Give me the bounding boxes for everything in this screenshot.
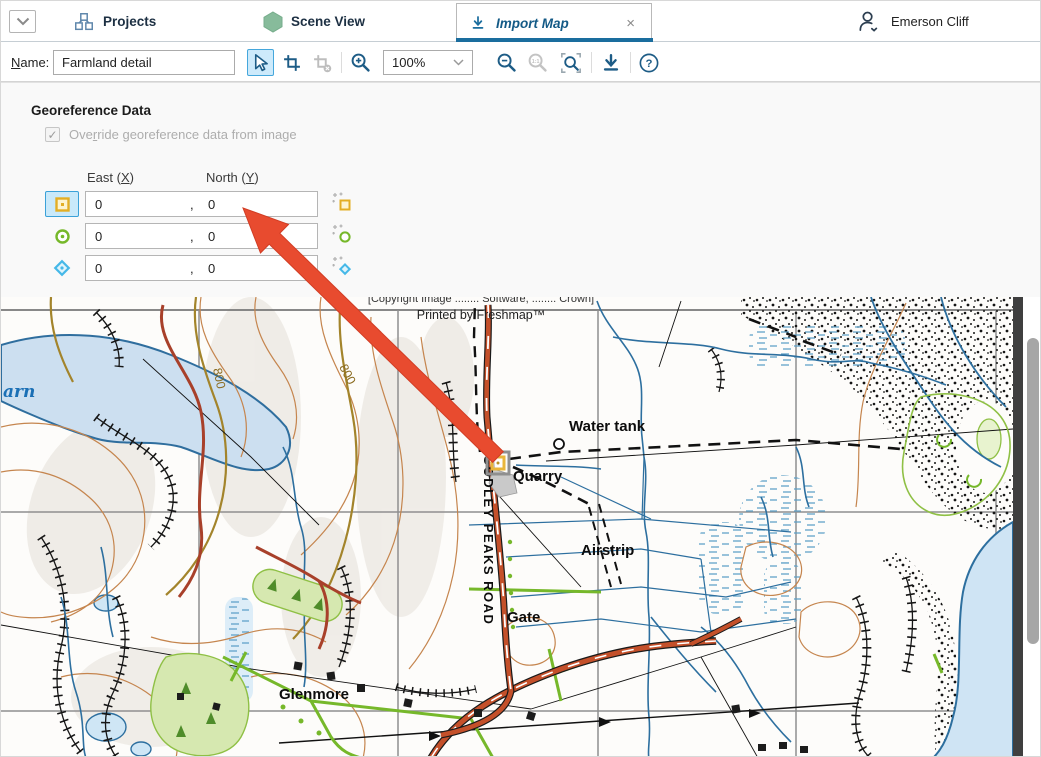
tab-bar: Projects Scene View Import Map × [1, 1, 1041, 42]
airstrip-label: Airstrip [581, 542, 634, 559]
pick-on-map-icon[interactable] [332, 224, 352, 249]
square-marker-button[interactable] [45, 191, 79, 217]
person-icon [856, 9, 881, 34]
zoom-out-button[interactable] [493, 49, 520, 76]
tab-import-map-label: Import Map [496, 16, 613, 31]
pick-on-map-icon[interactable] [332, 192, 352, 217]
chevron-down-icon [453, 59, 464, 66]
scrub-patch [977, 419, 1001, 459]
crop-remove-icon [312, 53, 332, 73]
coordinate-input-diamond[interactable]: 0 , 0 [85, 255, 318, 281]
vertical-scrollbar[interactable] [1023, 297, 1041, 757]
tab-scene-view[interactable]: Scene View [263, 1, 365, 42]
tab-projects-label: Projects [103, 14, 156, 29]
quarry-label: Quarry [513, 468, 563, 485]
cursor-icon [251, 53, 270, 72]
toolbar-separator [591, 52, 592, 73]
scrollbar-thumb[interactable] [1027, 338, 1039, 644]
buildings [177, 661, 808, 753]
glenmore-label: Glenmore [279, 686, 349, 703]
zoom-in-icon [350, 52, 371, 73]
square-marker-icon [54, 196, 71, 213]
tab-list-button[interactable] [9, 10, 36, 33]
pick-on-map-icon[interactable] [332, 256, 352, 281]
north-value[interactable]: 0 [200, 229, 215, 244]
import-button[interactable] [597, 49, 624, 76]
zoom-level-select[interactable]: 100% [383, 50, 473, 75]
georef-row-diamond: 0 , 0 [45, 255, 352, 281]
close-tab-icon[interactable]: × [622, 14, 639, 33]
circle-marker-button[interactable] [45, 223, 79, 249]
cubes-icon [73, 11, 95, 33]
diamond-marker-button[interactable] [45, 255, 79, 281]
help-button[interactable]: ? [635, 49, 662, 76]
crop-icon [282, 53, 302, 73]
diamond-marker-icon [53, 259, 71, 277]
chevron-down-icon [16, 17, 30, 26]
georeference-panel: Georeference Data ✓ Override georeferenc… [1, 82, 1041, 297]
name-label: Name: [11, 55, 49, 70]
copyright-line: [Copyright Image ........ Software, ....… [368, 297, 594, 305]
zoom-fit-icon [560, 52, 582, 74]
help-icon: ? [638, 52, 660, 74]
road-name-label: GODLEY PEAKS ROAD [481, 455, 496, 625]
east-column-header: East (X) [87, 170, 134, 185]
zoom-level-value: 100% [392, 55, 453, 70]
zoom-in-button[interactable] [347, 49, 374, 76]
north-value[interactable]: 0 [200, 261, 215, 276]
tab-scene-view-label: Scene View [291, 14, 365, 29]
hexagon-icon [263, 11, 283, 33]
water-tank-symbol [554, 439, 564, 449]
coordinate-input-circle[interactable]: 0 , 0 [85, 223, 318, 249]
override-checkbox[interactable]: ✓ [45, 127, 60, 142]
zoom-actual-button[interactable]: 1:1 [524, 49, 551, 76]
remove-crop-button[interactable] [308, 49, 335, 76]
zoom-fit-button[interactable] [557, 49, 584, 76]
toolbar-separator [341, 52, 342, 73]
crop-tool-button[interactable] [278, 49, 305, 76]
circle-marker-icon [54, 228, 71, 245]
map-preview[interactable]: [Copyright Image ........ Software, ....… [1, 297, 1013, 757]
north-value[interactable]: 0 [200, 197, 215, 212]
user-name: Emerson Cliff [891, 14, 969, 29]
contour-label-800: 800 [336, 362, 358, 387]
east-value[interactable]: 0 [86, 229, 190, 244]
zoom-1to1-icon: 1:1 [527, 52, 548, 73]
override-checkbox-label: Override georeference data from image [69, 127, 297, 142]
coordinate-input-square[interactable]: 0 , 0 [85, 191, 318, 217]
east-value[interactable]: 0 [86, 197, 190, 212]
section-title: Georeference Data [31, 103, 151, 118]
svg-text:1:1: 1:1 [532, 59, 540, 65]
georef-row-circle: 0 , 0 [45, 223, 352, 249]
east-value[interactable]: 0 [86, 261, 190, 276]
zoom-out-icon [496, 52, 517, 73]
import-arrow-icon [469, 14, 487, 32]
override-georeference-checkbox-row: ✓ Override georeference data from image [45, 127, 297, 142]
georef-row-square: 0 , 0 [45, 191, 352, 217]
map-image: [Copyright Image ........ Software, ....… [1, 297, 1013, 757]
user-menu[interactable]: Emerson Cliff [856, 1, 969, 42]
tab-projects[interactable]: Projects [73, 1, 156, 42]
toolbar-separator [630, 52, 631, 73]
toolbar: Name: [1, 42, 1041, 82]
map-name-input[interactable] [53, 50, 235, 75]
lake-name-partial: arn [3, 382, 35, 402]
tab-import-map[interactable]: Import Map × [456, 3, 652, 42]
select-tool-button[interactable] [247, 49, 274, 76]
import-map-window: Projects Scene View Import Map × [0, 0, 1041, 757]
gate-label: Gate [507, 609, 540, 626]
water-tank-label: Water tank [569, 418, 646, 435]
map-right-edge [1013, 297, 1023, 757]
north-column-header: North (Y) [206, 170, 259, 185]
svg-text:?: ? [645, 58, 652, 70]
import-arrow-icon [600, 52, 622, 74]
printed-by-label: Printed by Freshmap™ [417, 308, 546, 322]
